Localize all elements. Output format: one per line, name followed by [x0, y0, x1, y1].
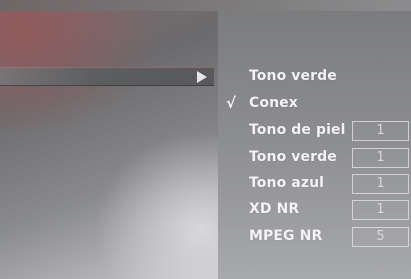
- top-strip: [0, 0, 411, 11]
- tv-settings-screen: Tono verde √ Conex Tono de piel 1 Tono v…: [0, 0, 411, 279]
- value-text: 1: [376, 123, 385, 138]
- menu-item-mpeg-nr[interactable]: MPEG NR 5: [218, 226, 411, 248]
- menu-item-tono-azul[interactable]: Tono azul 1: [218, 173, 411, 195]
- menu-item-conex[interactable]: √ Conex: [218, 93, 411, 115]
- menu-item-label: Tono verde: [249, 149, 337, 165]
- menu-item-label: Tono de piel: [249, 122, 346, 138]
- value-text: 1: [376, 202, 385, 217]
- value-box[interactable]: 1: [352, 174, 409, 194]
- menu-item-tono-de-piel[interactable]: Tono de piel 1: [218, 120, 411, 142]
- menu-item-label: MPEG NR: [249, 228, 323, 244]
- menu-item-label: Conex: [249, 95, 298, 111]
- value-box[interactable]: 1: [352, 200, 409, 220]
- menu-item-tono-verde-value[interactable]: Tono verde 1: [218, 147, 411, 169]
- menu-item-label: XD NR: [249, 201, 300, 217]
- triangle-right-icon: [197, 71, 207, 83]
- menu-item-tono-verde[interactable]: Tono verde: [218, 66, 411, 88]
- value-box[interactable]: 1: [352, 121, 409, 141]
- value-text: 1: [376, 176, 385, 191]
- value-text: 1: [376, 150, 385, 165]
- value-box[interactable]: 1: [352, 148, 409, 168]
- menu-item-xd-nr[interactable]: XD NR 1: [218, 199, 411, 221]
- menu-item-label: Tono azul: [249, 175, 325, 191]
- selected-menu-row[interactable]: [0, 67, 214, 86]
- main-menu-pane: [0, 0, 218, 279]
- checkmark-icon: √: [226, 94, 237, 112]
- value-box[interactable]: 5: [352, 227, 409, 247]
- submenu-panel: Tono verde √ Conex Tono de piel 1 Tono v…: [218, 11, 411, 279]
- value-text: 5: [376, 229, 385, 244]
- menu-item-label: Tono verde: [249, 68, 337, 84]
